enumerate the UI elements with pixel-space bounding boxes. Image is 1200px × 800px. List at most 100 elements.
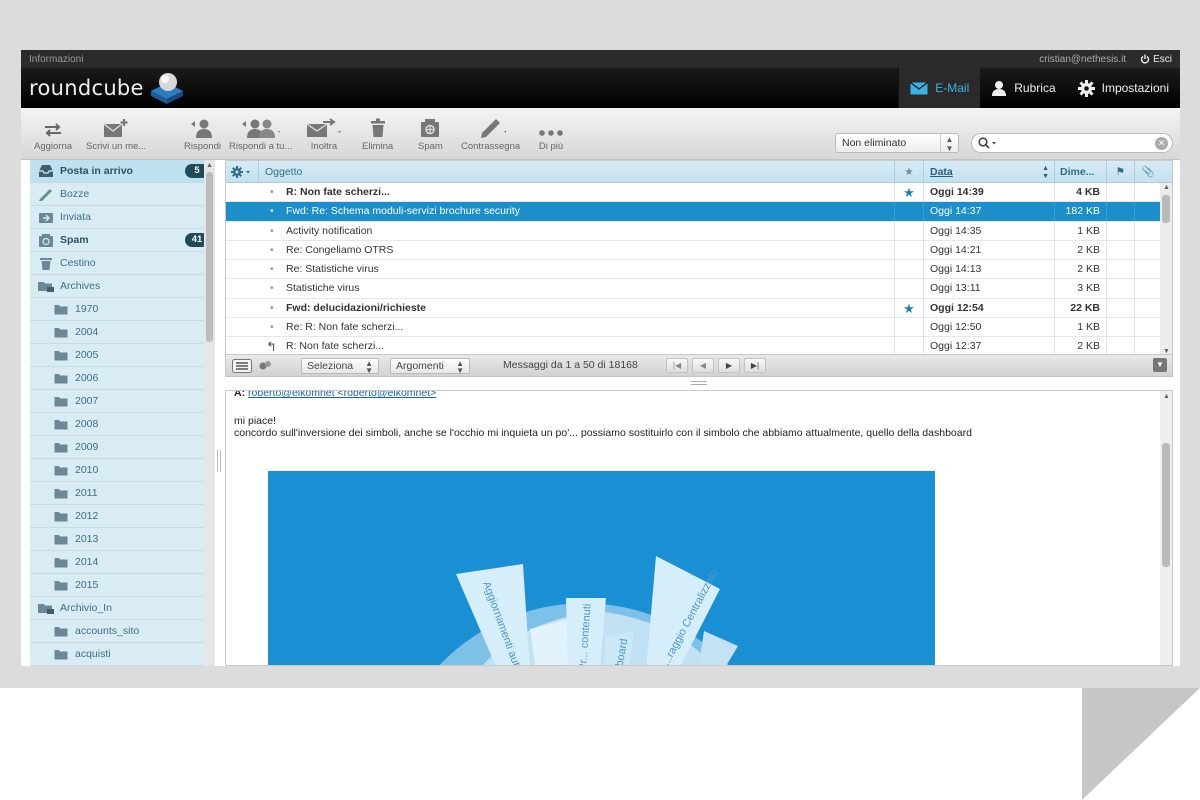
threads-icon[interactable] (258, 360, 274, 372)
folder-acquisti[interactable]: acquisti (30, 643, 215, 666)
message-filter-select[interactable]: Non eliminato ▲ ▼ (835, 133, 959, 153)
recipient-link[interactable]: roberto@elkomnet <roberto@elkomnet> (248, 391, 436, 399)
status-dot-icon[interactable]: • (270, 318, 278, 337)
flagged-star-icon[interactable]: ★ (894, 298, 923, 318)
collapse-preview-icon[interactable]: ▼ (1153, 358, 1167, 372)
folder-2005[interactable]: 2005 (30, 344, 215, 367)
flag-cell[interactable] (894, 318, 923, 338)
folder-2008[interactable]: 2008 (30, 413, 215, 436)
vertical-splitter[interactable] (217, 450, 221, 472)
flag-cell[interactable] (894, 240, 923, 260)
folder-1970[interactable]: 1970 (30, 298, 215, 321)
replied-icon[interactable]: ↰ (266, 337, 277, 354)
folder-2004[interactable]: 2004 (30, 321, 215, 344)
nav-settings[interactable]: Impostazioni (1067, 68, 1180, 108)
preview-scrollbar[interactable]: ▲ (1160, 391, 1172, 665)
threads-menu-button[interactable]: Argomenti ▲ ▼ (390, 358, 470, 375)
flag-cell[interactable] (1106, 221, 1134, 241)
message-row[interactable]: • Re: Congeliamo OTRS Oggi 14:21 2 KB (226, 240, 1172, 261)
message-row[interactable]: ↰ R: Non fate scherzi... Oggi 12:37 2 KB (226, 337, 1172, 354)
folder-posta-in-arrivo[interactable]: Posta in arrivo 5 (30, 160, 215, 183)
flag-cell[interactable] (1106, 279, 1134, 299)
folder-2011[interactable]: 2011 (30, 482, 215, 505)
message-row[interactable]: • Fwd: delucidazioni/richieste ★ Oggi 12:54… (226, 298, 1172, 319)
folder-2013[interactable]: 2013 (30, 528, 215, 551)
horizontal-splitter[interactable] (691, 381, 707, 385)
first-page-button[interactable]: |◀ (666, 358, 688, 373)
scroll-up-icon[interactable]: ▲ (206, 162, 213, 169)
logout-button[interactable]: Esci (1140, 54, 1172, 65)
status-dot-icon[interactable]: • (270, 222, 278, 241)
folder-2014[interactable]: 2014 (30, 551, 215, 574)
column-subject[interactable]: Oggetto (258, 161, 894, 183)
message-row[interactable]: • Activity notification Oggi 14:35 1 KB (226, 221, 1172, 241)
status-dot-icon[interactable]: • (270, 299, 278, 318)
folder-2006[interactable]: 2006 (30, 367, 215, 390)
roundcube-logo[interactable]: roundcube (21, 71, 187, 105)
folder-2010[interactable]: 2010 (30, 459, 215, 482)
reply-button[interactable]: Rispondi (184, 116, 221, 152)
flagged-star-icon[interactable]: ★ (894, 183, 923, 202)
status-dot-icon[interactable]: • (270, 260, 278, 279)
search-icon[interactable] (978, 137, 998, 149)
nav-addressbook[interactable]: Rubrica (980, 68, 1066, 108)
message-row[interactable]: • Re: R: Non fate scherzi... Oggi 12:50 1 K… (226, 318, 1172, 338)
clear-search-icon[interactable]: ✕ (1155, 137, 1168, 150)
select-menu-button[interactable]: Seleziona ▲ ▼ (301, 358, 379, 375)
message-row[interactable]: • Fwd: Re: Schema moduli-servizi brochure… (226, 202, 1172, 222)
column-date[interactable]: Data ▲ ▼ (923, 161, 1054, 183)
status-dot-icon[interactable]: • (270, 241, 278, 260)
reply-all-button[interactable]: Rispondi a tu... (229, 116, 292, 152)
list-options-button[interactable] (231, 161, 261, 183)
flag-cell[interactable] (1106, 318, 1134, 338)
about-link[interactable]: Informazioni (29, 54, 83, 65)
message-row[interactable]: • Re: Statistiche virus Oggi 14:13 2 KB (226, 260, 1172, 280)
folder-2015[interactable]: 2015 (30, 574, 215, 597)
flag-cell[interactable] (894, 337, 923, 354)
status-dot-icon[interactable]: • (270, 202, 278, 221)
compose-button[interactable]: Scrivi un me... (86, 116, 146, 152)
flag-cell[interactable] (894, 221, 923, 241)
message-list-scrollbar[interactable]: ▲ ▼ (1160, 183, 1172, 354)
column-attachment-icon[interactable]: 📎 (1134, 161, 1161, 183)
folder-archivio-in[interactable]: Archivio_In (30, 597, 215, 620)
flag-cell[interactable] (894, 202, 923, 222)
flag-cell[interactable] (1106, 202, 1134, 222)
folder-bozze[interactable]: Bozze (30, 183, 215, 206)
folder-2012[interactable]: 2012 (30, 505, 215, 528)
folder-cestino[interactable]: Cestino (30, 252, 215, 275)
flag-cell[interactable] (894, 260, 923, 280)
status-dot-icon[interactable]: • (270, 279, 278, 298)
message-row[interactable]: • R: Non fate scherzi... ★ Oggi 14:39 4 KB (226, 183, 1172, 203)
delete-button[interactable]: Elimina (362, 116, 393, 152)
flag-cell[interactable] (1106, 298, 1134, 318)
column-flag-star-icon[interactable]: ★ (894, 161, 923, 183)
nav-email[interactable]: E-Mail (898, 68, 981, 108)
previous-page-button[interactable]: ◀ (692, 358, 714, 373)
more-button[interactable]: Di più (538, 116, 564, 152)
folder-archives[interactable]: Archives (30, 275, 215, 298)
folder-2007[interactable]: 2007 (30, 390, 215, 413)
folder-inviata[interactable]: Inviata (30, 206, 215, 229)
folder-spam[interactable]: Spam 41 (30, 229, 215, 252)
last-page-button[interactable]: ▶| (744, 358, 766, 373)
column-flag-icon[interactable]: ⚑ (1106, 161, 1134, 183)
flag-cell[interactable] (1106, 183, 1134, 202)
refresh-button[interactable]: Aggiorna (34, 116, 72, 152)
folder-accounts-sito[interactable]: accounts_sito (30, 620, 215, 643)
forward-button[interactable]: Inoltra (306, 116, 342, 152)
flag-cell[interactable] (894, 279, 923, 299)
status-dot-icon[interactable]: • (270, 183, 278, 202)
spam-button[interactable]: Spam (418, 116, 443, 152)
flag-cell[interactable] (1106, 260, 1134, 280)
column-size[interactable]: Dime... (1054, 161, 1106, 183)
layout-list-icon[interactable] (232, 359, 252, 373)
folder-2009[interactable]: 2009 (30, 436, 215, 459)
flag-cell[interactable] (1106, 337, 1134, 354)
next-page-button[interactable]: ▶ (718, 358, 740, 373)
message-row[interactable]: • Statistiche virus Oggi 13:11 3 KB (226, 279, 1172, 299)
folder-list-scrollbar[interactable]: ▲ (204, 160, 215, 666)
search-input[interactable]: ✕ (971, 133, 1173, 153)
flag-cell[interactable] (1106, 240, 1134, 260)
mark-button[interactable]: Contrassegna (461, 116, 520, 152)
